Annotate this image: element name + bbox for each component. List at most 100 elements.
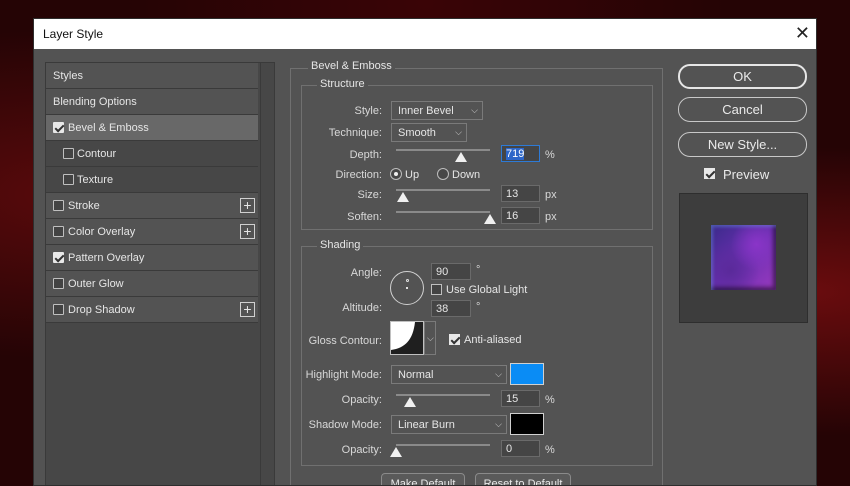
depth-slider-thumb[interactable] bbox=[454, 152, 467, 162]
reset-to-default-button[interactable]: Reset to Default bbox=[475, 473, 571, 485]
stroke-checkbox[interactable] bbox=[53, 200, 64, 211]
make-default-button[interactable]: Make Default bbox=[381, 473, 465, 485]
altitude-field[interactable]: 38 bbox=[431, 300, 471, 317]
bevel-emboss-checkbox[interactable] bbox=[53, 122, 64, 133]
gloss-contour-curve-icon bbox=[391, 322, 423, 354]
direction-up-label: Up bbox=[405, 169, 420, 181]
size-field[interactable]: 13 bbox=[501, 185, 540, 202]
new-style-button[interactable]: New Style... bbox=[678, 132, 807, 157]
soften-value: 16 bbox=[506, 210, 519, 222]
stroke-label: Stroke bbox=[68, 200, 100, 212]
drop-shadow-item[interactable]: Drop Shadow + bbox=[46, 297, 258, 323]
size-slider-track[interactable] bbox=[396, 189, 490, 191]
chevron-down-icon: ⌵ bbox=[427, 333, 434, 343]
style-preview-box bbox=[679, 193, 808, 323]
highlight-color-swatch[interactable] bbox=[510, 363, 544, 385]
drop-shadow-checkbox[interactable] bbox=[53, 304, 64, 315]
add-stroke-plus-icon[interactable]: + bbox=[240, 198, 255, 213]
styles-item[interactable]: Styles bbox=[46, 63, 258, 89]
style-select[interactable]: Inner Bevel ⌵ bbox=[391, 101, 483, 120]
soften-field[interactable]: 16 bbox=[501, 207, 540, 224]
bevel-emboss-label: Bevel & Emboss bbox=[68, 122, 149, 134]
styles-item-label: Styles bbox=[53, 70, 83, 82]
altitude-value: 38 bbox=[436, 303, 449, 315]
styles-list: Styles Blending Options Bevel & Emboss C… bbox=[45, 62, 275, 485]
shadow-mode-select[interactable]: Linear Burn ⌵ bbox=[391, 415, 507, 434]
direction-down-radio[interactable] bbox=[437, 168, 449, 180]
angle-dial-handle bbox=[406, 279, 409, 282]
dialog-title: Layer Style bbox=[43, 27, 104, 41]
shading-title: Shading bbox=[317, 239, 364, 251]
add-drop-shadow-plus-icon[interactable]: + bbox=[240, 302, 255, 317]
blending-options-item[interactable]: Blending Options bbox=[46, 89, 258, 115]
pattern-overlay-checkbox[interactable] bbox=[53, 252, 64, 263]
altitude-unit: ° bbox=[476, 301, 481, 313]
texture-item[interactable]: Texture bbox=[46, 167, 258, 193]
angle-field[interactable]: 90 bbox=[431, 263, 471, 280]
angle-value: 90 bbox=[436, 266, 449, 278]
technique-label: Technique: bbox=[328, 127, 382, 139]
cancel-button[interactable]: Cancel bbox=[678, 97, 807, 122]
highlight-mode-label: Highlight Mode: bbox=[305, 369, 382, 381]
altitude-label: Altitude: bbox=[342, 302, 382, 314]
highlight-opacity-value: 15 bbox=[506, 393, 519, 405]
depth-field[interactable]: 719 bbox=[501, 145, 540, 162]
anti-aliased-checkbox[interactable] bbox=[449, 334, 460, 345]
drop-shadow-label: Drop Shadow bbox=[68, 304, 135, 316]
direction-up-radio[interactable] bbox=[390, 168, 402, 180]
color-overlay-item[interactable]: Color Overlay + bbox=[46, 219, 258, 245]
shadow-opacity-label: Opacity: bbox=[341, 444, 382, 456]
close-icon[interactable]: ✕ bbox=[795, 23, 810, 43]
shadow-color-swatch[interactable] bbox=[510, 413, 544, 435]
gloss-contour-dropdown[interactable]: ⌵ bbox=[424, 321, 436, 355]
highlight-opacity-label: Opacity: bbox=[341, 394, 382, 406]
use-global-light-checkbox[interactable] bbox=[431, 284, 442, 295]
pattern-overlay-label: Pattern Overlay bbox=[68, 252, 145, 264]
texture-checkbox[interactable] bbox=[63, 174, 74, 185]
highlight-mode-value: Normal bbox=[398, 369, 434, 381]
pattern-overlay-item[interactable]: Pattern Overlay bbox=[46, 245, 258, 271]
anti-aliased-label: Anti-aliased bbox=[464, 334, 522, 346]
stroke-item[interactable]: Stroke + bbox=[46, 193, 258, 219]
shadow-opacity-slider-track[interactable] bbox=[396, 444, 490, 446]
shadow-mode-value: Linear Burn bbox=[398, 419, 455, 431]
shadow-opacity-value: 0 bbox=[506, 443, 513, 455]
chevron-down-icon: ⌵ bbox=[471, 105, 478, 115]
color-overlay-label: Color Overlay bbox=[68, 226, 136, 238]
shadow-opacity-field[interactable]: 0 bbox=[501, 440, 540, 457]
highlight-opacity-slider-track[interactable] bbox=[396, 394, 490, 396]
shadow-opacity-slider-thumb[interactable] bbox=[390, 447, 402, 457]
depth-slider-track[interactable] bbox=[396, 149, 490, 151]
soften-slider-thumb[interactable] bbox=[484, 214, 496, 224]
color-overlay-checkbox[interactable] bbox=[53, 226, 64, 237]
size-slider-thumb[interactable] bbox=[396, 192, 409, 202]
technique-select[interactable]: Smooth ⌵ bbox=[391, 123, 467, 142]
use-global-light-label: Use Global Light bbox=[446, 284, 528, 296]
styles-scrollbar[interactable] bbox=[260, 63, 274, 485]
contour-label: Contour bbox=[77, 148, 117, 160]
style-label: Style: bbox=[354, 105, 382, 117]
highlight-opacity-slider-thumb[interactable] bbox=[404, 397, 417, 407]
preview-checkbox[interactable] bbox=[704, 168, 715, 179]
direction-label: Direction: bbox=[335, 169, 382, 181]
highlight-mode-select[interactable]: Normal ⌵ bbox=[391, 365, 507, 384]
add-color-overlay-plus-icon[interactable]: + bbox=[240, 224, 255, 239]
soften-unit: px bbox=[545, 211, 557, 223]
shadow-opacity-unit: % bbox=[545, 444, 555, 456]
contour-checkbox[interactable] bbox=[63, 148, 74, 159]
size-label: Size: bbox=[357, 189, 382, 201]
highlight-opacity-field[interactable]: 15 bbox=[501, 390, 540, 407]
contour-item[interactable]: Contour bbox=[46, 141, 258, 167]
highlight-opacity-unit: % bbox=[545, 394, 555, 406]
shadow-mode-label: Shadow Mode: bbox=[308, 419, 382, 431]
preview-swatch bbox=[711, 225, 776, 290]
soften-slider-track[interactable] bbox=[396, 211, 490, 213]
outer-glow-checkbox[interactable] bbox=[53, 278, 64, 289]
bevel-emboss-item[interactable]: Bevel & Emboss bbox=[46, 115, 258, 141]
gloss-contour-preview[interactable] bbox=[390, 321, 424, 355]
soften-label: Soften: bbox=[347, 211, 382, 223]
outer-glow-item[interactable]: Outer Glow bbox=[46, 271, 258, 297]
technique-value: Smooth bbox=[398, 127, 436, 139]
angle-dial[interactable] bbox=[390, 271, 424, 305]
ok-button[interactable]: OK bbox=[678, 64, 807, 89]
